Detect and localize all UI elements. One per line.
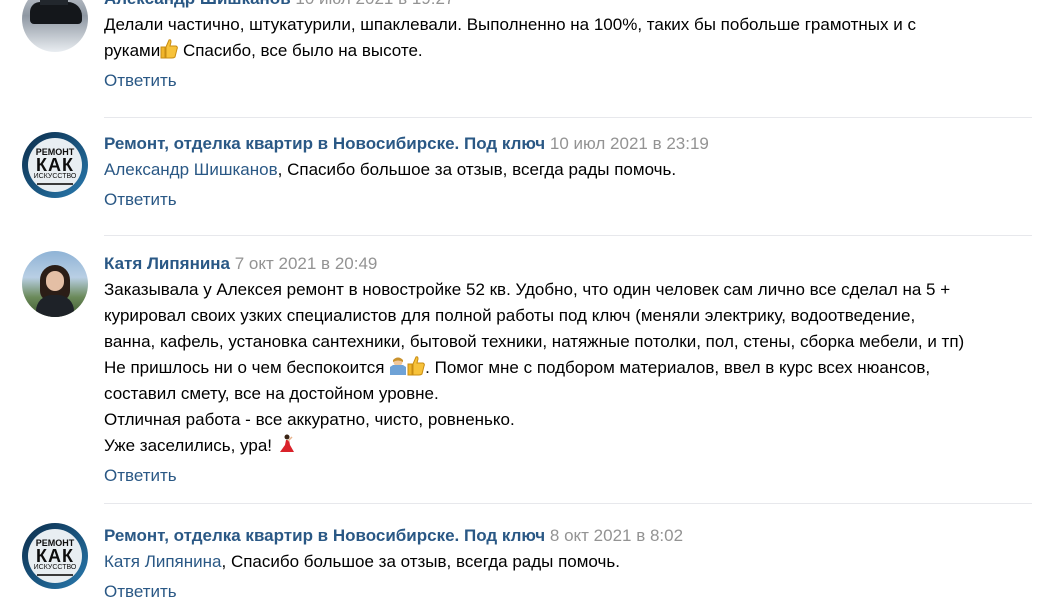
comment-text: Катя Липянина, Спасибо большое за отзыв,… (104, 549, 1038, 575)
logo-underline (37, 183, 73, 185)
comment-header: Ремонт, отделка квартир в Новосибирске. … (104, 523, 1038, 549)
reply-link[interactable]: Ответить (104, 187, 177, 213)
comment-header: Катя Липянина 7 окт 2021 в 20:49 (104, 251, 1038, 277)
avatar-company[interactable]: РЕМОНТ КАК ИСКУССТВО (22, 132, 88, 198)
separator (104, 117, 1032, 118)
text-part: Уже заселились, ура! (104, 436, 277, 455)
reply-link[interactable]: Ответить (104, 68, 177, 94)
comment-date[interactable]: 10 июл 2021 в 23:19 (550, 134, 709, 153)
comment-date[interactable]: 7 окт 2021 в 20:49 (235, 254, 378, 273)
mention-link[interactable]: Александр Шишканов (104, 160, 278, 179)
reply-link[interactable]: Ответить (104, 463, 177, 489)
avatar-car[interactable] (22, 0, 88, 52)
text-part: . Помог мне с подбором материалов, ввел … (425, 358, 931, 377)
text-part: , Спасибо большое за отзыв, всегда рады … (221, 552, 620, 571)
text-line: Уже заселились, ура! (104, 433, 1038, 459)
logo-underline (37, 574, 73, 576)
author-name[interactable]: Ремонт, отделка квартир в Новосибирске. … (104, 134, 545, 153)
text-line: курировал своих узких специалистов для п… (104, 306, 916, 325)
reply-link[interactable]: Ответить (104, 579, 177, 605)
text-line: Отличная работа - все аккуратно, чисто, … (104, 410, 515, 429)
separator (104, 503, 1032, 504)
avatar-company[interactable]: РЕМОНТ КАК ИСКУССТВО (22, 523, 88, 589)
logo-line-2: КАК (36, 546, 74, 566)
text-line: ванна, кафель, установка сантехники, быт… (104, 332, 965, 351)
text-line: руками Спасибо, все было на высоте. (104, 38, 1038, 64)
comment-text: Делали частично, штукатурили, шпаклевали… (104, 12, 1038, 64)
text-line: Заказывала у Алексея ремонт в новостройк… (104, 280, 951, 299)
text-line: Не пришлось ни о чем беспокоится . Помог… (104, 355, 1038, 381)
text-part: руками (104, 41, 161, 60)
logo-line-2: КАК (36, 155, 74, 175)
comment-date[interactable]: 8 окт 2021 в 8:02 (550, 526, 683, 545)
logo-line-3: ИСКУССТВО (33, 564, 77, 571)
company-logo: РЕМОНТ КАК ИСКУССТВО (28, 529, 82, 583)
comment-text: Заказывала у Алексея ремонт в новостройк… (104, 277, 1038, 459)
mention-link[interactable]: Катя Липянина (104, 552, 222, 571)
text-line: Делали частично, штукатурили, шпаклевали… (104, 15, 916, 34)
thumbs-up-icon (407, 356, 425, 376)
car-image (30, 0, 82, 24)
comment-header: Ремонт, отделка квартир в Новосибирске. … (104, 131, 1038, 157)
person-face (46, 271, 64, 291)
text-part: , Спасибо большое за отзыв, всегда рады … (277, 160, 677, 179)
dancer-icon (277, 434, 295, 454)
company-logo: РЕМОНТ КАК ИСКУССТВО (28, 138, 82, 192)
author-name[interactable]: Ремонт, отделка квартир в Новосибирске. … (104, 526, 545, 545)
separator (104, 235, 1032, 236)
thumbs-up-icon (160, 39, 179, 59)
text-part: Не пришлось ни о чем беспокоится (104, 358, 390, 377)
text-line: составил смету, все на достойном уровне. (104, 384, 439, 403)
person-body (36, 295, 74, 317)
person-shrug-icon (389, 356, 407, 376)
avatar-person[interactable] (22, 251, 88, 317)
comment-text: Александр Шишканов, Спасибо большое за о… (104, 157, 1038, 183)
author-name[interactable]: Катя Липянина (104, 254, 230, 273)
author-name[interactable]: Александр Шишканов (104, 0, 291, 8)
comment-date[interactable]: 10 июл 2021 в 19:27 (295, 0, 454, 8)
comment-header: Александр Шишканов 10 июл 2021 в 19:27 (104, 0, 1038, 12)
text-part: Спасибо, все было на высоте. (178, 41, 423, 60)
logo-line-3: ИСКУССТВО (33, 173, 77, 180)
